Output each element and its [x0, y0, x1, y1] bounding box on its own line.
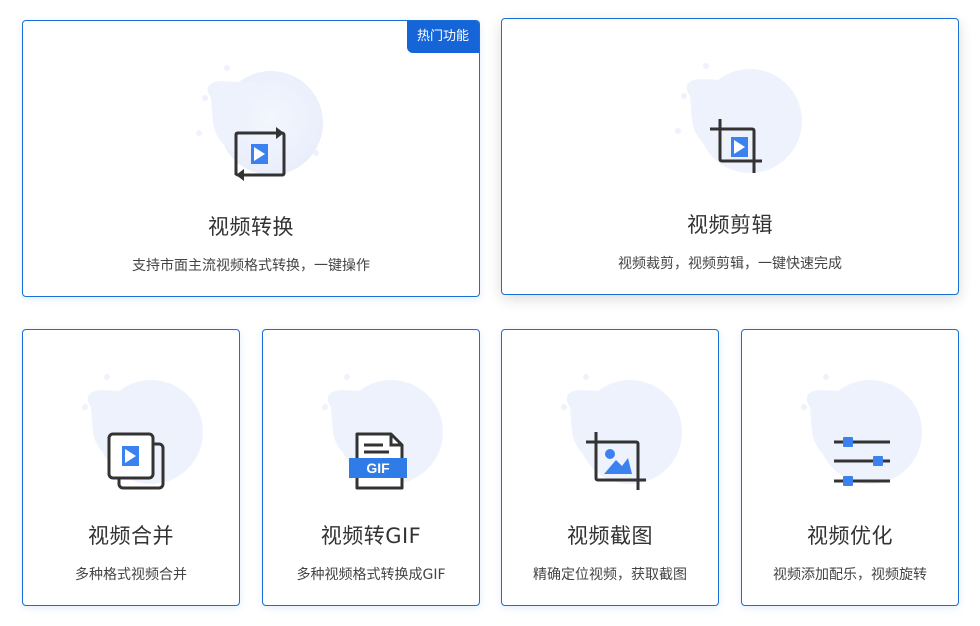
card-video-merge[interactable]: 视频合并 多种格式视频合并 — [22, 329, 240, 606]
card-title: 视频转换 — [208, 215, 294, 239]
card-video-to-gif[interactable]: GIF 视频转GIF 多种视频格式转换成GIF — [262, 329, 480, 606]
hot-feature-badge: 热门功能 — [406, 21, 479, 53]
card-illustration — [620, 41, 840, 191]
sliders-icon — [801, 374, 922, 486]
video-convert-icon — [196, 65, 323, 181]
card-title: 视频剪辑 — [687, 213, 773, 237]
card-video-optimize[interactable]: 视频优化 视频添加配乐，视频旋转 — [741, 329, 959, 606]
card-video-screenshot[interactable]: 视频截图 精确定位视频，获取截图 — [501, 329, 719, 606]
card-illustration — [23, 352, 239, 502]
card-description: 多种视频格式转换成GIF — [296, 567, 446, 583]
gif-label: GIF — [366, 460, 390, 476]
card-illustration — [141, 43, 361, 193]
card-video-edit[interactable]: 视频剪辑 视频裁剪，视频剪辑，一键快速完成 — [501, 18, 959, 295]
card-description: 多种格式视频合并 — [75, 567, 187, 583]
video-crop-icon — [675, 63, 802, 173]
card-illustration — [502, 352, 718, 502]
card-illustration: GIF — [263, 352, 479, 502]
card-description: 视频裁剪，视频剪辑，一键快速完成 — [618, 256, 842, 272]
card-description: 视频添加配乐，视频旋转 — [773, 567, 927, 583]
card-illustration — [742, 352, 958, 502]
card-description: 支持市面主流视频格式转换，一键操作 — [132, 258, 370, 274]
card-title: 视频截图 — [567, 524, 653, 548]
card-video-convert[interactable]: 热门功能 视频转换 支持市面主流视频格式转换，一键操作 — [22, 20, 480, 297]
card-description: 精确定位视频，获取截图 — [533, 567, 687, 583]
card-title: 视频优化 — [807, 524, 893, 548]
video-merge-icon — [82, 374, 203, 490]
card-title: 视频合并 — [88, 524, 174, 548]
gif-file-icon: GIF — [322, 374, 443, 490]
screenshot-crop-icon — [561, 374, 682, 490]
card-title: 视频转GIF — [320, 524, 422, 548]
